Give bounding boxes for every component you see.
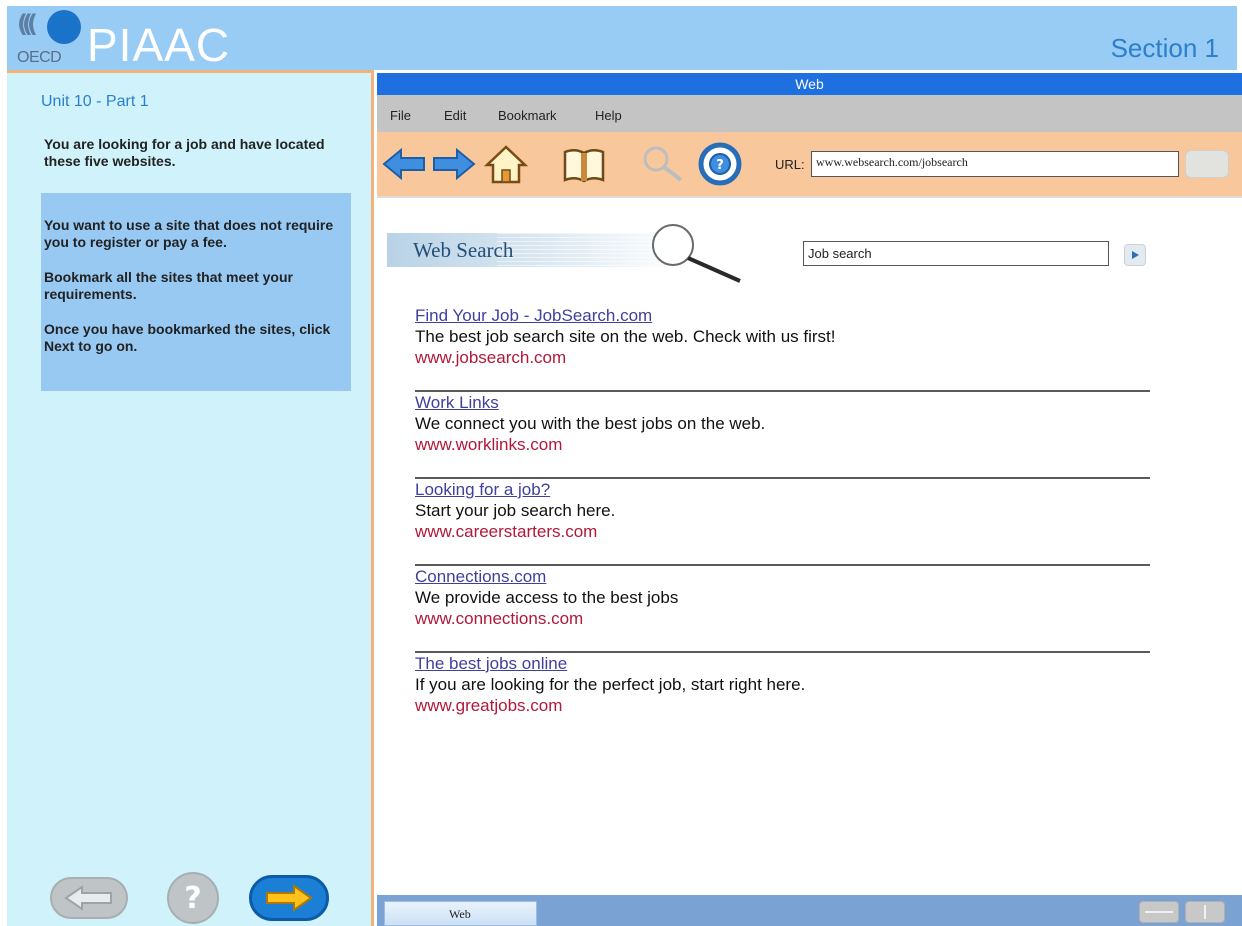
menu-edit[interactable]: Edit	[444, 108, 466, 123]
search-result: Work Links We connect you with the best …	[415, 392, 1150, 479]
result-link[interactable]: Connections.com	[415, 566, 1150, 587]
logo-product-text: PIAAC	[87, 19, 231, 71]
back-arrow-icon[interactable]	[381, 140, 427, 188]
result-url: www.worklinks.com	[415, 435, 563, 454]
previous-button[interactable]	[50, 877, 128, 919]
search-result: Connections.com We provide access to the…	[415, 566, 1150, 653]
logo-org-text: OECD	[17, 49, 62, 66]
result-description: The best job search site on the web. Che…	[415, 327, 836, 346]
search-submit-button[interactable]	[1124, 244, 1146, 266]
search-results: Find Your Job - JobSearch.com The best j…	[415, 305, 1150, 740]
magnifying-glass-icon	[652, 224, 741, 283]
logo-arcs-icon: (((	[17, 10, 38, 38]
menu-bookmark[interactable]: Bookmark	[498, 108, 557, 123]
unit-title: Unit 10 - Part 1	[41, 93, 149, 110]
result-url: www.greatjobs.com	[415, 696, 563, 715]
next-button[interactable]	[249, 875, 329, 921]
search-input[interactable]: Job search	[803, 241, 1109, 266]
bookmark-book-icon[interactable]	[561, 140, 607, 188]
back-arrow-icon	[64, 885, 112, 911]
svg-text:?: ?	[716, 158, 724, 173]
top-banner: ((( OECD PIAAC Section 1	[7, 6, 1237, 70]
horizontal-split-icon[interactable]	[1139, 901, 1179, 923]
section-label: Section 1	[1110, 33, 1219, 63]
result-description: If you are looking for the perfect job, …	[415, 675, 806, 694]
menu-file[interactable]: File	[390, 108, 411, 123]
task-intro: You are looking for a job and have locat…	[44, 136, 325, 169]
vertical-split-icon[interactable]	[1185, 901, 1225, 923]
browser-toolbar: ? URL: www.websearch.com/jobsearch	[377, 132, 1242, 196]
oecd-piaac-logo: ((( OECD PIAAC	[17, 10, 247, 70]
menu-help[interactable]: Help	[595, 108, 622, 123]
browser-title-bar: Web	[377, 73, 1242, 95]
play-arrow-icon	[1132, 251, 1139, 259]
result-url: www.jobsearch.com	[415, 348, 567, 367]
result-url: www.careerstarters.com	[415, 522, 598, 541]
url-label: URL:	[775, 157, 805, 172]
result-link[interactable]: Find Your Job - JobSearch.com	[415, 305, 1150, 326]
result-description: We connect you with the best jobs on the…	[415, 414, 766, 433]
tab-web[interactable]: Web	[384, 901, 537, 926]
search-magnifier-icon[interactable]	[639, 140, 685, 188]
task-paragraph: You want to use a site that does not req…	[44, 217, 334, 250]
menu-bar: File Edit Bookmark Help	[377, 95, 1242, 132]
help-button[interactable]: ?	[167, 872, 219, 924]
result-url: www.connections.com	[415, 609, 584, 628]
help-icon: ?	[184, 880, 202, 916]
status-bar: Web	[377, 895, 1242, 926]
result-description: Start your job search here.	[415, 501, 616, 520]
logo-globe-icon	[47, 10, 81, 44]
task-paragraph: Once you have bookmarked the sites, clic…	[44, 321, 331, 354]
home-icon[interactable]	[483, 140, 529, 188]
task-panel: Unit 10 - Part 1 You are looking for a j…	[7, 70, 374, 926]
help-lifebuoy-icon[interactable]: ?	[697, 140, 743, 188]
result-description: We provide access to the best jobs	[415, 588, 679, 607]
task-instructions: You want to use a site that does not req…	[41, 193, 351, 391]
search-result: The best jobs online If you are looking …	[415, 653, 1150, 740]
result-link[interactable]: Work Links	[415, 392, 1150, 413]
next-arrow-icon	[266, 884, 313, 912]
browser-window: Web File Edit Bookmark Help ? URL: www.w…	[377, 73, 1242, 926]
go-button[interactable]	[1185, 150, 1229, 178]
forward-arrow-icon[interactable]	[431, 140, 477, 188]
task-paragraph: Bookmark all the sites that meet your re…	[44, 269, 293, 302]
result-link[interactable]: Looking for a job?	[415, 479, 1150, 500]
web-search-heading: Web Search	[413, 238, 514, 262]
search-result: Looking for a job? Start your job search…	[415, 479, 1150, 566]
result-link[interactable]: The best jobs online	[415, 653, 1150, 674]
search-result: Find Your Job - JobSearch.com The best j…	[415, 305, 1150, 392]
content-divider	[377, 196, 1242, 198]
url-field[interactable]: www.websearch.com/jobsearch	[811, 151, 1179, 177]
